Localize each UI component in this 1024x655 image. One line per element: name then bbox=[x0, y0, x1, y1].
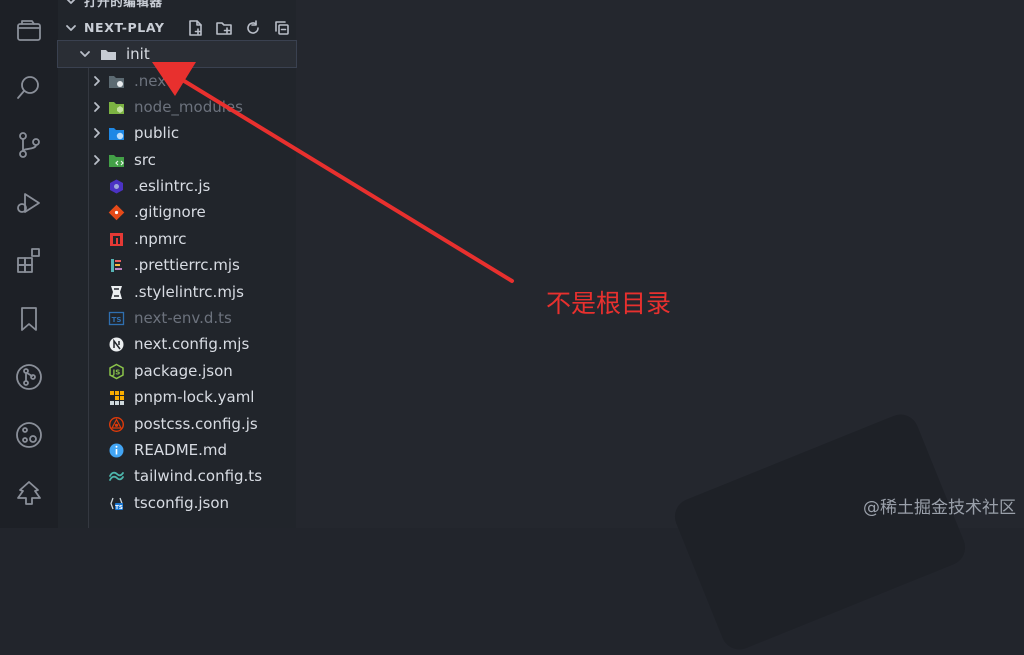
tree-view-icon[interactable] bbox=[12, 476, 46, 510]
node-folder-icon bbox=[108, 99, 125, 116]
tree-item-label: postcss.config.js bbox=[134, 415, 258, 433]
eslint-icon bbox=[108, 178, 125, 195]
tree-item-label: README.md bbox=[134, 441, 228, 459]
source-control-icon[interactable] bbox=[12, 128, 46, 162]
tree-item-file[interactable]: tailwind.config.ts bbox=[58, 463, 296, 489]
tree-item-label: public bbox=[134, 124, 180, 142]
chevron-down-icon bbox=[78, 47, 92, 61]
new-folder-icon[interactable] bbox=[215, 19, 233, 37]
tree-item-file[interactable]: TS next-env.d.ts bbox=[58, 305, 296, 331]
tree-item-folder[interactable]: src bbox=[58, 147, 296, 173]
explorer-toolbar bbox=[186, 19, 291, 37]
tree-item-label: next-env.d.ts bbox=[134, 309, 232, 327]
src-folder-icon bbox=[108, 152, 125, 169]
git-graph-icon[interactable] bbox=[12, 360, 46, 394]
pnpm-icon bbox=[108, 389, 125, 406]
tree-item-label: .eslintrc.js bbox=[134, 177, 211, 195]
tree-item-file[interactable]: .prettierrc.mjs bbox=[58, 252, 296, 278]
explorer-icon[interactable] bbox=[12, 14, 46, 48]
tree-item-file[interactable]: .eslintrc.js bbox=[58, 173, 296, 199]
tree-item-file[interactable]: pnpm-lock.yaml bbox=[58, 384, 296, 410]
open-editors-label: 打开的编辑器 bbox=[84, 0, 163, 9]
public-folder-icon bbox=[108, 125, 125, 142]
tree-item-label: node_modules bbox=[134, 98, 243, 116]
tree-item-folder[interactable]: public bbox=[58, 120, 296, 146]
tree-item-label: tsconfig.json bbox=[134, 494, 230, 512]
chevron-right-icon bbox=[90, 126, 104, 140]
chevron-right-icon bbox=[90, 100, 104, 114]
search-icon[interactable] bbox=[12, 71, 46, 105]
activity-bar bbox=[0, 0, 58, 528]
postcss-icon bbox=[108, 416, 125, 433]
tree-item-label: src bbox=[134, 151, 156, 169]
chevron-down-icon bbox=[64, 20, 78, 34]
info-icon bbox=[108, 442, 125, 459]
open-editors-header[interactable]: 打开的编辑器 bbox=[58, 0, 296, 12]
tree-item-label: .npmrc bbox=[134, 230, 187, 248]
next-folder-icon bbox=[108, 73, 125, 90]
project-section-header[interactable]: NEXT-PLAY bbox=[58, 15, 296, 39]
git-icon bbox=[108, 204, 125, 221]
prettier-icon bbox=[108, 257, 125, 274]
refresh-icon[interactable] bbox=[244, 19, 262, 37]
tree-item-file[interactable]: .gitignore bbox=[58, 199, 296, 225]
tree-item-file[interactable]: postcss.config.js bbox=[58, 411, 296, 437]
npm-icon bbox=[108, 231, 125, 248]
annotation-text: 不是根目录 bbox=[546, 289, 672, 318]
nodejs-icon: JS bbox=[108, 363, 125, 380]
chevron-right-icon bbox=[90, 74, 104, 88]
tree-item-folder[interactable]: node_modules bbox=[58, 94, 296, 120]
tree-item-label: next.config.mjs bbox=[134, 335, 250, 353]
tree-item-file[interactable]: .npmrc bbox=[58, 226, 296, 252]
folder-open-icon bbox=[100, 46, 117, 63]
nextjs-icon bbox=[108, 336, 125, 353]
tree-item-label: tailwind.config.ts bbox=[134, 467, 263, 485]
chevron-down-icon bbox=[64, 0, 78, 7]
tree-item-file[interactable]: JS package.json bbox=[58, 358, 296, 384]
tailwind-icon bbox=[108, 468, 125, 485]
collapse-all-icon[interactable] bbox=[273, 19, 291, 37]
stylelint-icon bbox=[108, 284, 125, 301]
tree-item-label: .prettierrc.mjs bbox=[134, 256, 240, 274]
tree-item-file[interactable]: TS tsconfig.json bbox=[58, 490, 296, 516]
tree-root-folder[interactable]: init bbox=[57, 40, 297, 68]
tree-item-file[interactable]: next.config.mjs bbox=[58, 331, 296, 357]
project-name: NEXT-PLAY bbox=[84, 19, 165, 35]
tree-item-label: .stylelintrc.mjs bbox=[134, 283, 244, 301]
svg-text:TS: TS bbox=[115, 505, 123, 511]
svg-text:JS: JS bbox=[112, 368, 121, 376]
tree-item-file[interactable]: README.md bbox=[58, 437, 296, 463]
bookmarks-icon[interactable] bbox=[12, 302, 46, 336]
tree-item-label: .next bbox=[134, 72, 172, 90]
typescript-def-icon: TS bbox=[108, 310, 125, 327]
tree-item-label: .gitignore bbox=[134, 203, 206, 221]
extensions-icon[interactable] bbox=[12, 244, 46, 278]
tree-item-label: package.json bbox=[134, 362, 233, 380]
tree-item-label: pnpm-lock.yaml bbox=[134, 388, 255, 406]
remote-explorer-icon[interactable] bbox=[12, 418, 46, 452]
new-file-icon[interactable] bbox=[186, 19, 204, 37]
tree-item-folder[interactable]: .next bbox=[58, 68, 296, 94]
watermark: @稀土掘金技术社区 bbox=[863, 498, 1016, 518]
tree-item-file[interactable]: .stylelintrc.mjs bbox=[58, 279, 296, 305]
chevron-right-icon bbox=[90, 153, 104, 167]
root-folder-label: init bbox=[126, 45, 150, 63]
run-debug-icon[interactable] bbox=[12, 186, 46, 220]
tsconfig-icon: TS bbox=[108, 495, 125, 512]
svg-text:TS: TS bbox=[112, 316, 122, 324]
